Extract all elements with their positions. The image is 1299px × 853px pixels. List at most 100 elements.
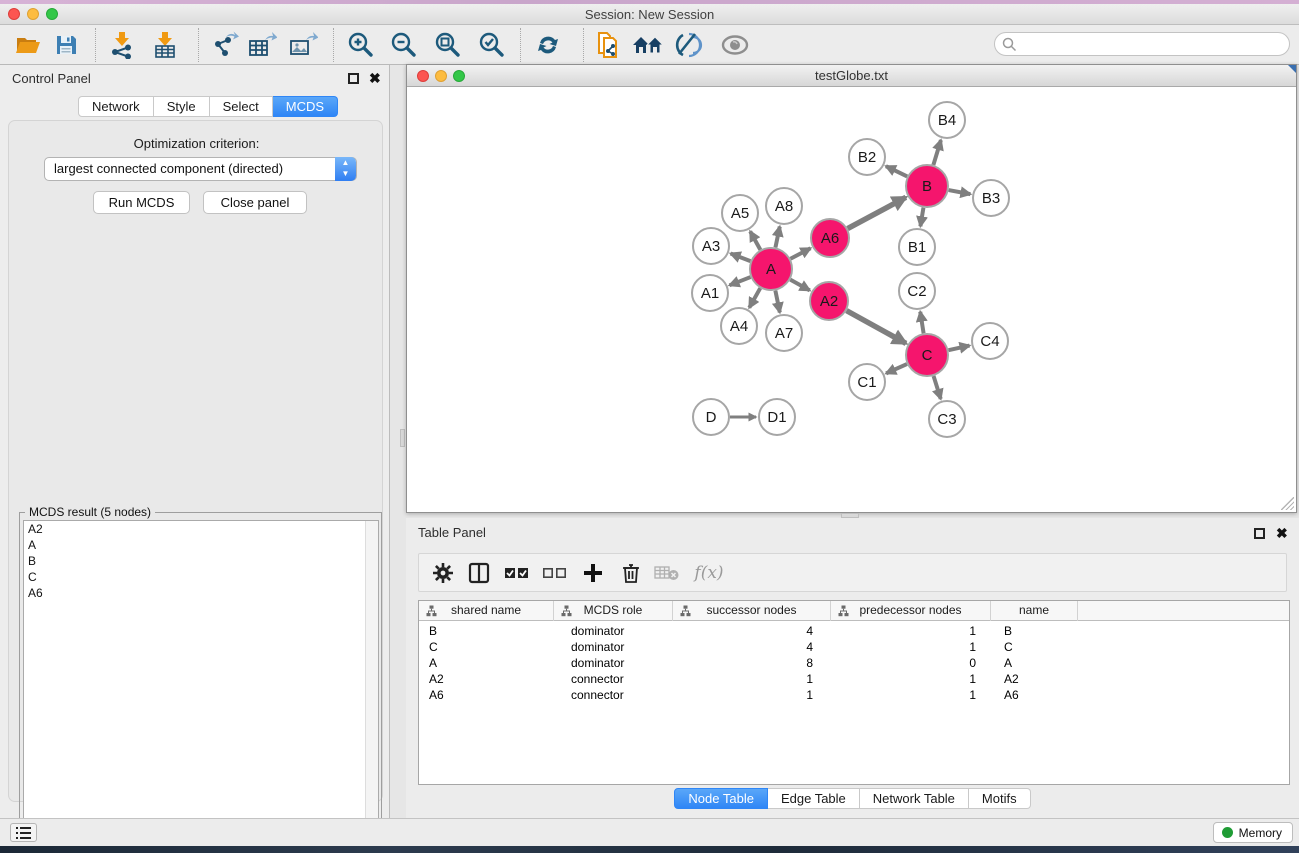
edge-B-B1[interactable] — [920, 208, 923, 227]
close-panel-button[interactable]: Close panel — [203, 191, 307, 214]
close-network-button[interactable] — [417, 70, 429, 82]
node-B1[interactable]: B1 — [899, 229, 935, 265]
float-panel-icon[interactable] — [1254, 528, 1265, 539]
minimize-network-button[interactable] — [435, 70, 447, 82]
mcds-result-item[interactable]: A6 — [24, 585, 378, 601]
tab-edge-table[interactable]: Edge Table — [768, 788, 860, 809]
node-A8[interactable]: A8 — [766, 188, 802, 224]
tab-style[interactable]: Style — [154, 96, 210, 117]
edge-B-B2[interactable] — [886, 166, 907, 176]
zoom-fit-icon[interactable] — [430, 29, 466, 61]
criterion-dropdown[interactable]: largest connected component (directed) ▲… — [44, 157, 357, 181]
window-corner-handle[interactable] — [1288, 65, 1296, 73]
column-view-icon[interactable] — [463, 558, 495, 588]
zoom-in-icon[interactable] — [343, 29, 379, 61]
edge-A-A6[interactable] — [790, 248, 810, 259]
edge-A-A1[interactable] — [730, 277, 751, 285]
export-table-icon[interactable] — [244, 29, 280, 61]
import-network-icon[interactable] — [104, 29, 140, 61]
node-C4[interactable]: C4 — [972, 323, 1008, 359]
node-A5[interactable]: A5 — [722, 195, 758, 231]
zoom-out-icon[interactable] — [386, 29, 422, 61]
edge-A-A5[interactable] — [750, 231, 760, 249]
node-D1[interactable]: D1 — [759, 399, 795, 435]
open-folder-icon[interactable] — [10, 29, 46, 61]
search-field[interactable] — [994, 32, 1290, 56]
run-mcds-button[interactable]: Run MCDS — [93, 191, 190, 214]
tab-motifs[interactable]: Motifs — [969, 788, 1031, 809]
houses-icon[interactable] — [630, 29, 666, 61]
tab-network[interactable]: Network — [78, 96, 154, 117]
edge-A6-B[interactable] — [848, 197, 906, 228]
mcds-result-list[interactable]: A2ABCA6 — [23, 520, 379, 847]
search-input[interactable] — [1019, 34, 1279, 54]
tab-select[interactable]: Select — [210, 96, 273, 117]
import-table-icon[interactable] — [147, 29, 183, 61]
eye-slash-icon[interactable] — [672, 29, 708, 61]
deselect-all-icon[interactable] — [539, 558, 571, 588]
zoom-window-button[interactable] — [46, 8, 58, 20]
save-icon[interactable] — [48, 29, 84, 61]
maximize-network-button[interactable] — [453, 70, 465, 82]
node-A7[interactable]: A7 — [766, 315, 802, 351]
node-B3[interactable]: B3 — [973, 180, 1009, 216]
edge-A2-C[interactable] — [847, 311, 906, 344]
network-canvas[interactable]: B4B2BB3A5A8A6A3B1AC2A1A2A4A7C4CC1DD1C3 — [407, 87, 1296, 512]
duplicate-network-icon[interactable] — [590, 29, 626, 61]
network-window-titlebar[interactable]: testGlobe.txt — [407, 65, 1296, 87]
column-header-name[interactable]: name — [991, 601, 1078, 621]
edge-B-B4[interactable] — [933, 140, 941, 165]
delete-icon[interactable] — [615, 558, 647, 588]
edge-C-C4[interactable] — [948, 346, 969, 351]
edge-A-A7[interactable] — [775, 291, 779, 313]
tab-node-table[interactable]: Node Table — [674, 788, 768, 809]
table-row[interactable]: Bdominator41B — [419, 623, 1289, 639]
node-A1[interactable]: A1 — [692, 275, 728, 311]
close-panel-icon[interactable]: ✖ — [1276, 528, 1287, 539]
column-header-successor-nodes[interactable]: successor nodes — [673, 601, 831, 621]
node-B[interactable]: B — [906, 165, 948, 207]
node-C1[interactable]: C1 — [849, 364, 885, 400]
edge-A-A2[interactable] — [790, 280, 809, 291]
close-window-button[interactable] — [8, 8, 20, 20]
table-row[interactable]: A2connector11A2 — [419, 671, 1289, 687]
table-row[interactable]: A6connector11A6 — [419, 687, 1289, 703]
refresh-icon[interactable] — [530, 29, 566, 61]
edge-B-B3[interactable] — [949, 190, 971, 194]
list-scrollbar[interactable] — [365, 521, 378, 846]
table-row[interactable]: Adominator80A — [419, 655, 1289, 671]
edge-C-C1[interactable] — [886, 364, 907, 373]
delete-table-icon[interactable] — [651, 558, 683, 588]
tab-mcds[interactable]: MCDS — [273, 96, 338, 117]
show-panels-button[interactable] — [10, 823, 37, 842]
node-C[interactable]: C — [906, 334, 948, 376]
node-A4[interactable]: A4 — [721, 308, 757, 344]
edge-C-C2[interactable] — [920, 312, 923, 334]
mcds-result-item[interactable]: C — [24, 569, 378, 585]
close-panel-icon[interactable]: ✖ — [369, 73, 380, 84]
memory-button[interactable]: Memory — [1213, 822, 1293, 843]
column-header-predecessor-nodes[interactable]: predecessor nodes — [831, 601, 991, 621]
function-icon[interactable]: f(x) — [687, 558, 731, 588]
add-column-icon[interactable] — [577, 558, 609, 588]
mcds-result-item[interactable]: A — [24, 537, 378, 553]
gear-icon[interactable] — [427, 558, 459, 588]
edge-A-A8[interactable] — [775, 227, 779, 248]
column-header-shared-name[interactable]: shared name — [419, 601, 554, 621]
resize-grip-icon[interactable] — [1281, 497, 1294, 510]
zoom-selected-icon[interactable] — [474, 29, 510, 61]
export-network-icon[interactable] — [207, 29, 243, 61]
tab-network-table[interactable]: Network Table — [860, 788, 969, 809]
select-all-icon[interactable] — [501, 558, 533, 588]
float-panel-icon[interactable] — [348, 73, 359, 84]
window-titlebar[interactable]: Session: New Session — [0, 4, 1299, 25]
mcds-result-item[interactable]: A2 — [24, 521, 378, 537]
column-header-MCDS-role[interactable]: MCDS role — [554, 601, 673, 621]
node-A2[interactable]: A2 — [810, 282, 848, 320]
minimize-window-button[interactable] — [27, 8, 39, 20]
node-A6[interactable]: A6 — [811, 219, 849, 257]
node-C2[interactable]: C2 — [899, 273, 935, 309]
mcds-result-item[interactable]: B — [24, 553, 378, 569]
node-C3[interactable]: C3 — [929, 401, 965, 437]
eye-icon[interactable] — [717, 29, 753, 61]
